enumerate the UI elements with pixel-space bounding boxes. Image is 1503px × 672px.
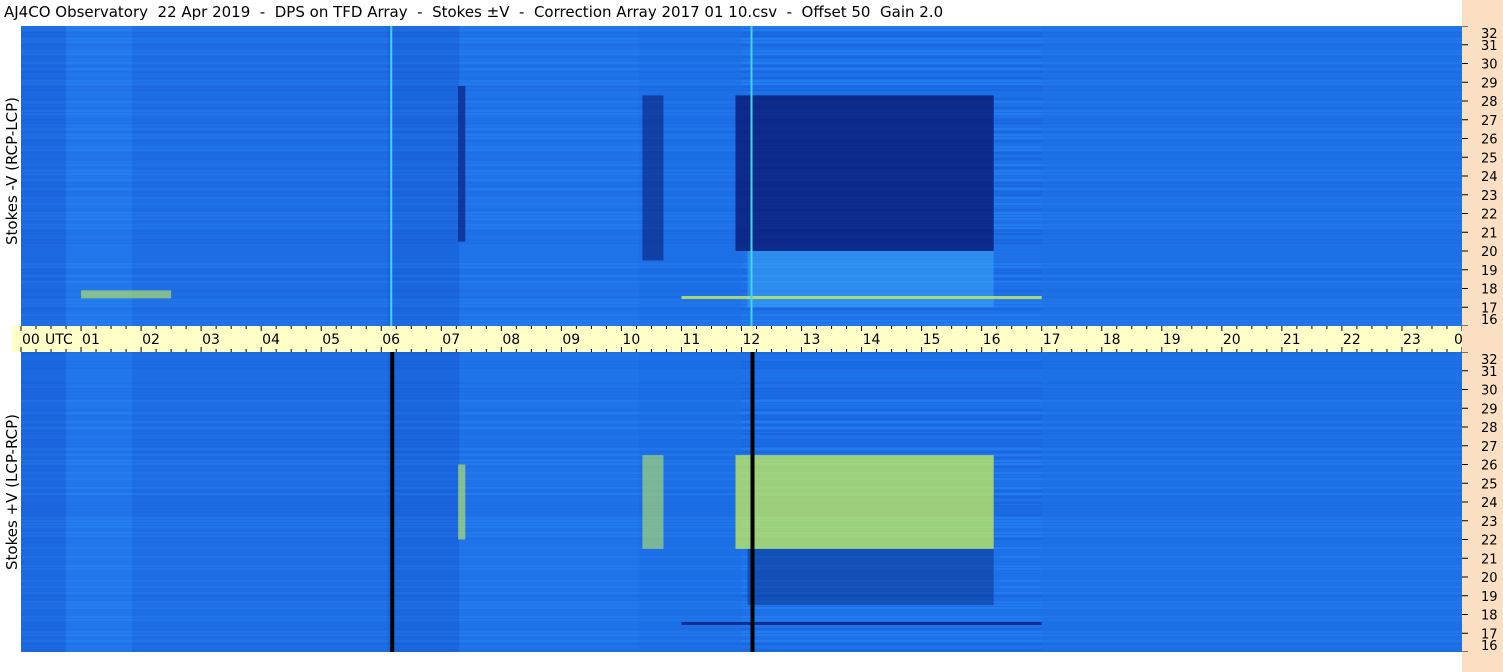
time-block [387,26,460,326]
time-tick-label: 18 [1103,332,1121,348]
freq-tick-label: 28 [1481,421,1498,436]
freq-tick-label: 19 [1481,590,1498,605]
freq-tick-label: 29 [1481,402,1498,417]
stokes-plus-v-spectrogram [21,352,1462,652]
time-block [132,352,388,652]
time-block [1041,26,1462,326]
freq-tick-label: 18 [1481,283,1498,298]
freq-tick-label: 23 [1481,515,1498,530]
time-tick-label: 04 [262,332,280,348]
time-tick-label: 13 [803,332,821,348]
time-tick-label: 21 [1283,332,1301,348]
time-block [387,352,460,652]
time-tick-label: 10 [622,332,640,348]
interference-line [390,26,393,326]
freq-tick-label: 21 [1481,226,1498,241]
freq-tick-label: 16 [1481,313,1498,326]
dark-band-region [642,95,664,261]
freq-tick-label: 30 [1481,58,1498,73]
freq-tick-label: 26 [1481,459,1498,474]
time-tick-label: 11 [682,332,700,348]
time-tick-label: 02 [142,332,160,348]
freq-tick-label: 21 [1481,552,1498,567]
time-tick-label: 14 [863,332,881,348]
freq-tick-label: 22 [1481,208,1498,223]
y-axis-label-top: Stokes -V (RCP-LCP) [3,97,21,245]
freq-tick-label: 25 [1481,477,1498,492]
time-block [132,26,388,326]
time-tick-label: 03 [202,332,220,348]
interference-line [750,26,753,326]
time-block [459,352,640,652]
time-tick-label: 19 [1163,332,1181,348]
bright-band-region [458,464,466,540]
time-tick-label: 01 [82,332,100,348]
time-block [66,352,133,652]
time-tick-label: 12 [743,332,761,348]
utc-time-axis: 00 01 02 03 04 05 06 07 08 09 10 11 12 13 14 15 16 17 18 19… [12,326,1501,352]
time-tick-label: 16 [983,332,1001,348]
freq-tick-label: 31 [1481,39,1498,54]
time-tick-label: 09 [562,332,580,348]
time-tick-label: 22 [1343,332,1361,348]
freq-tick-label: 28 [1481,95,1498,110]
time-tick-label: 17 [1043,332,1061,348]
frequency-ticks-bottom: 3231302928272625242322212019181716 [1462,352,1498,652]
dark-band-region [458,86,466,242]
freq-tick-label: 25 [1481,151,1498,166]
time-tick-label: 00 [1454,332,1462,348]
time-tick-label: 05 [322,332,340,348]
emission-streak [681,622,1042,625]
interference-line [390,352,395,652]
freq-tick-label: 24 [1481,170,1498,185]
time-block [21,352,67,652]
time-tick-label: 08 [502,332,520,348]
freq-tick-label: 19 [1481,264,1498,279]
freq-tick-label: 16 [1481,639,1498,652]
freq-tick-label: 27 [1481,114,1498,129]
time-block [1041,352,1462,652]
emission-streak [681,296,1042,299]
utc-label: UTC [45,332,73,348]
stokes-minus-v-spectrogram [21,26,1462,326]
bright-band-region [642,455,664,549]
freq-tick-label: 20 [1481,571,1498,586]
y-axis-label-bottom: Stokes +V (LCP-RCP) [3,414,21,570]
time-tick-label: 07 [442,332,460,348]
dark-band-region [735,95,994,251]
freq-tick-label: 30 [1481,384,1498,399]
interference-line [750,352,755,652]
freq-tick-label: 24 [1481,496,1498,511]
time-block [459,26,640,326]
dark-band-region [747,548,994,606]
time-tick-label: 23 [1403,332,1421,348]
time-tick-label: 06 [382,332,400,348]
freq-tick-label: 29 [1481,76,1498,91]
time-block [21,26,67,326]
time-tick-label: 20 [1223,332,1241,348]
emission-streak [81,290,172,299]
freq-tick-label: 26 [1481,133,1498,148]
freq-tick-label: 20 [1481,245,1498,260]
freq-tick-label: 27 [1481,440,1498,455]
time-block [66,26,133,326]
freq-tick-label: 23 [1481,189,1498,204]
freq-tick-label: 31 [1481,365,1498,380]
time-tick-label: 00 [22,332,40,348]
frequency-ticks-top: 3231302928272625242322212019181716 [1462,26,1498,326]
freq-tick-label: 18 [1481,609,1498,624]
chart-title: AJ4CO Observatory 22 Apr 2019 - DPS on T… [4,3,944,21]
bright-band-region [735,455,994,549]
freq-tick-label: 22 [1481,534,1498,549]
time-tick-label: 15 [923,332,941,348]
